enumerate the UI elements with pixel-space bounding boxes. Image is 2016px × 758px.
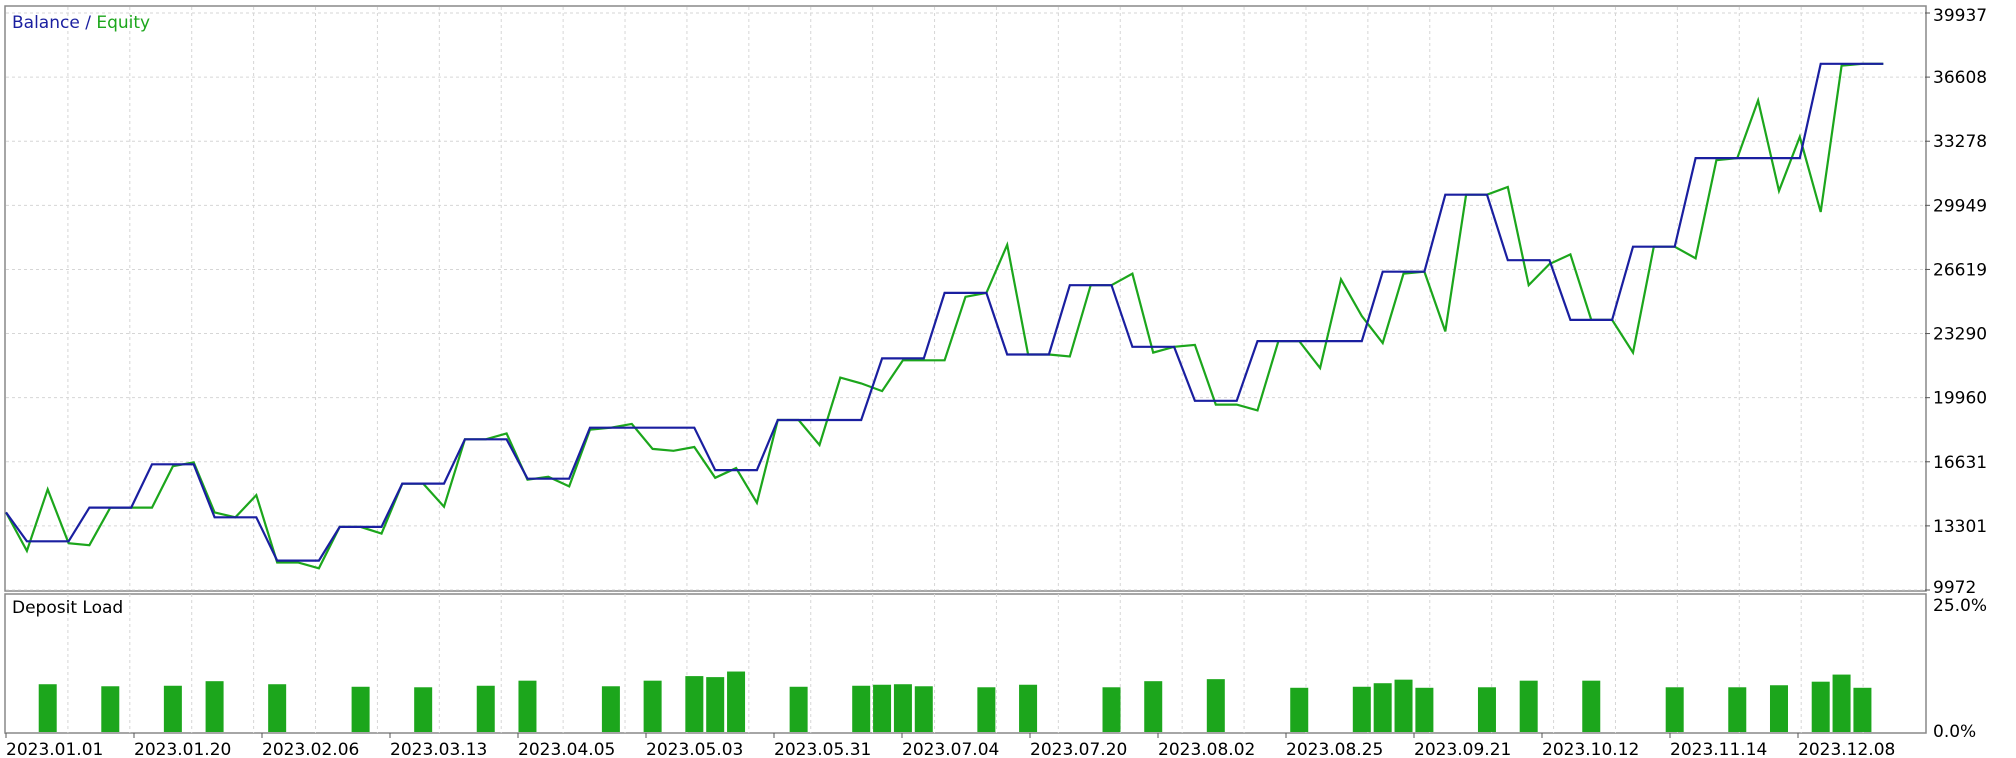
deposit-load-bar — [893, 684, 912, 732]
deposit-load-bar — [38, 684, 57, 732]
x-tick-label: 2023.05.03 — [646, 740, 743, 758]
deposit-load-bar — [914, 686, 933, 732]
y-tick-label: 39937 — [1933, 6, 1987, 26]
deposit-load-bar — [1206, 679, 1225, 732]
x-tick-label: 2023.01.20 — [134, 740, 231, 758]
mt5-backtest-chart: 39937 36608 33278 29949 26619 23290 19960 16631… — [0, 0, 2016, 758]
legend-balance-label: Balance — [12, 13, 80, 33]
x-tick-label: 2023.10.12 — [1542, 740, 1639, 758]
deposit-load-bar — [476, 685, 495, 732]
x-tick-label: 2023.07.20 — [1030, 740, 1127, 758]
deposit-load-bar — [1290, 687, 1309, 732]
deposit-y-tick-label: 25.0% — [1933, 596, 1987, 616]
deposit-load-bar — [727, 671, 746, 732]
y-tick-label: 16631 — [1933, 453, 1987, 473]
deposit-load-bar — [685, 676, 704, 732]
legend-equity-label: Equity — [96, 13, 151, 33]
deposit-load-bar — [1415, 687, 1434, 732]
x-tick-label: 2023.01.01 — [6, 740, 103, 758]
y-tick-label: 19960 — [1933, 389, 1987, 409]
deposit-load-bar — [1728, 687, 1747, 732]
deposit-load-bar — [789, 686, 808, 732]
deposit-load-bar — [101, 686, 120, 732]
deposit-load-bar — [351, 686, 370, 732]
y-tick-label: 23290 — [1933, 325, 1987, 345]
deposit-load-bar — [1102, 687, 1121, 732]
deposit-load-bar — [643, 680, 662, 732]
deposit-load-bar — [1832, 674, 1851, 732]
x-tick-label: 2023.04.05 — [518, 740, 615, 758]
y-tick-label: 13301 — [1933, 517, 1987, 537]
chart-svg: 39937 36608 33278 29949 26619 23290 19960 16631… — [4, 5, 1987, 758]
x-tick-label: 2023.08.25 — [1286, 740, 1383, 758]
main-chart-title: Balance / Equity — [12, 13, 150, 33]
deposit-load-bar — [1477, 687, 1496, 732]
deposit-load-bar — [268, 684, 287, 732]
x-tick-label: 2023.11.14 — [1670, 740, 1767, 758]
deposit-load-bar — [1019, 684, 1038, 732]
y-tick-label: 36608 — [1933, 68, 1987, 88]
deposit-y-tick-label: 0.0% — [1933, 722, 1976, 742]
deposit-load-bar — [1394, 679, 1413, 732]
deposit-load-bar — [1373, 683, 1392, 732]
deposit-load-title: Deposit Load — [12, 598, 124, 618]
x-tick-label: 2023.03.13 — [390, 740, 487, 758]
deposit-load-bar — [1665, 687, 1684, 732]
deposit-load-bar — [601, 686, 620, 732]
x-tick-label: 2023.09.21 — [1414, 740, 1511, 758]
legend-separator: / — [85, 13, 97, 33]
deposit-load-bar — [518, 680, 537, 732]
y-tick-label: 9972 — [1933, 578, 1976, 598]
deposit-load-bar — [1352, 686, 1371, 732]
x-tick-label: 2023.02.06 — [262, 740, 359, 758]
deposit-load-bar — [205, 681, 224, 732]
x-tick-label: 2023.07.04 — [902, 740, 999, 758]
deposit-load-bar — [1519, 680, 1538, 732]
y-tick-label: 33278 — [1933, 132, 1987, 152]
deposit-load-bar — [873, 684, 892, 732]
deposit-load-bar — [1144, 681, 1163, 732]
y-tick-label: 29949 — [1933, 196, 1987, 216]
deposit-load-bar — [1853, 687, 1872, 732]
x-tick-label: 2023.12.08 — [1798, 740, 1895, 758]
deposit-load-bar — [1811, 681, 1830, 732]
deposit-load-bar — [163, 685, 182, 732]
deposit-load-bar — [1582, 680, 1601, 732]
x-tick-label: 2023.08.02 — [1158, 740, 1255, 758]
y-tick-label: 26619 — [1933, 260, 1987, 280]
deposit-load-bar — [1769, 685, 1788, 732]
deposit-panel-frame — [4, 593, 1927, 734]
x-tick-label: 2023.05.31 — [774, 740, 871, 758]
deposit-load-bar — [706, 677, 725, 732]
deposit-load-bar — [977, 687, 996, 732]
deposit-load-bar — [414, 687, 433, 732]
deposit-load-bar — [852, 685, 871, 732]
